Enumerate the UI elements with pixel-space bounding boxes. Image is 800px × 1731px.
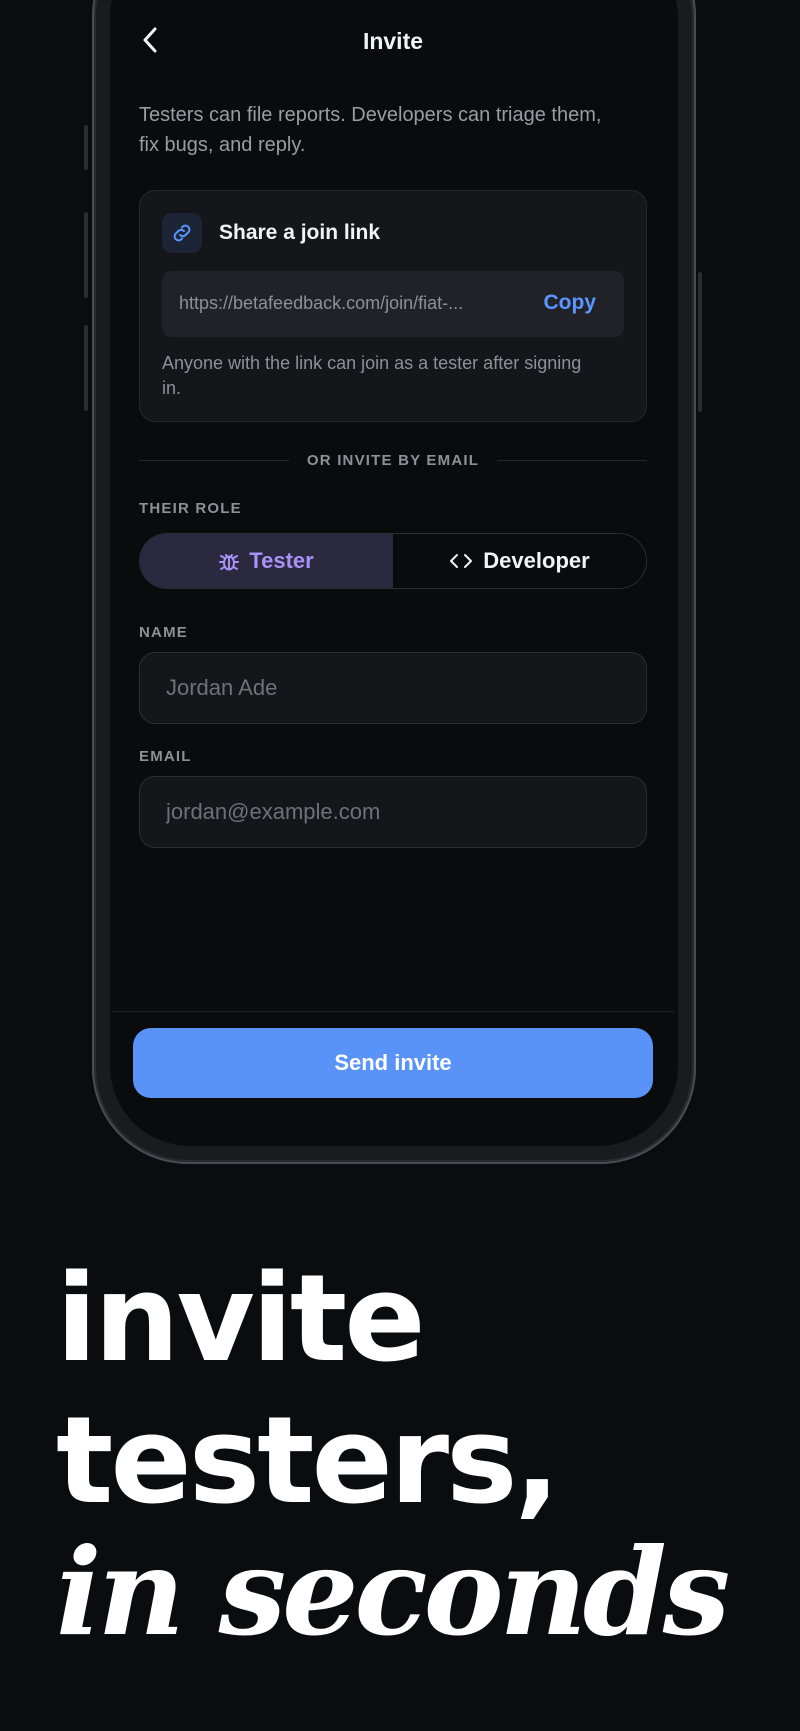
headline-line-2: testers, xyxy=(56,1392,560,1531)
share-link-note: Anyone with the link can join as a teste… xyxy=(162,353,582,398)
phone-side-button xyxy=(84,125,88,170)
phone-side-button xyxy=(84,325,88,411)
page-title: Invite xyxy=(362,28,424,54)
divider-line xyxy=(497,459,648,461)
role-option-developer-label: Developer xyxy=(483,548,590,573)
share-link-title: Share a join link xyxy=(219,221,381,244)
role-label: THEIR ROLE xyxy=(139,500,242,517)
headline-line-3: in seconds xyxy=(56,1522,730,1663)
join-link-url: https://betafeedback.com/join/fiat-... xyxy=(179,293,464,313)
phone-screen: Invite Testers can file reports. Develop… xyxy=(110,0,678,1146)
or-divider: OR INVITE BY EMAIL xyxy=(139,450,648,470)
role-option-developer[interactable]: Developer xyxy=(393,534,646,588)
role-option-tester[interactable]: Tester xyxy=(140,534,393,588)
share-link-card: Share a join link https://betafeedback.c… xyxy=(139,190,647,422)
email-input[interactable] xyxy=(139,776,647,848)
role-toggle: Tester Developer xyxy=(139,533,647,589)
role-option-tester-label: Tester xyxy=(249,548,314,573)
invite-screen: Invite Testers can file reports. Develop… xyxy=(110,0,678,1146)
app-promo-canvas: Invite Testers can file reports. Develop… xyxy=(0,0,800,1731)
phone-side-button xyxy=(84,212,88,298)
email-label: EMAIL xyxy=(139,748,192,765)
link-icon-badge xyxy=(162,213,202,253)
name-label: NAME xyxy=(139,624,188,641)
headline-line-1: invite xyxy=(56,1250,426,1389)
phone-frame: Invite Testers can file reports. Develop… xyxy=(92,0,696,1164)
footer-divider xyxy=(111,1011,674,1012)
intro-text: Testers can file reports. Developers can… xyxy=(139,104,602,156)
phone-side-button xyxy=(698,272,702,412)
name-input[interactable] xyxy=(139,652,647,724)
join-link-field[interactable]: https://betafeedback.com/join/fiat-... C… xyxy=(162,271,624,337)
bug-icon xyxy=(219,554,240,571)
link-icon xyxy=(173,224,191,242)
code-icon xyxy=(450,554,473,568)
send-invite-button[interactable]: Send invite xyxy=(133,1028,653,1098)
copy-button[interactable]: Copy xyxy=(544,291,597,315)
divider-line xyxy=(139,459,289,461)
divider-label: OR INVITE BY EMAIL xyxy=(306,451,480,469)
